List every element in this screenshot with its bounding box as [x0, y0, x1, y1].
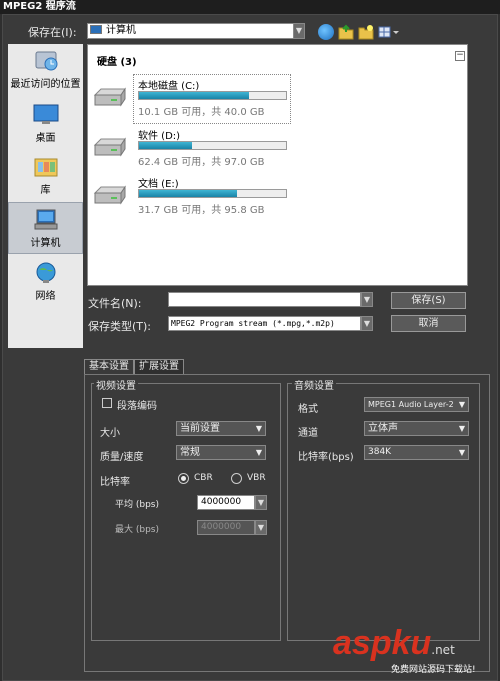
vbr-label: VBR: [247, 473, 266, 483]
quality-value: 常规: [180, 447, 200, 458]
drive-usage-bar: [138, 189, 287, 198]
audio-bitrate-dropdown[interactable]: 384K ▼: [364, 445, 469, 460]
audio-bitrate-value: 384K: [368, 447, 392, 457]
format-label: 格式: [298, 404, 318, 415]
save-in-label: 保存在(I):: [28, 26, 77, 39]
place-computer[interactable]: 计算机: [8, 202, 83, 254]
drive-usage-bar: [138, 91, 287, 100]
audio-bitrate-label: 比特率(bps): [298, 452, 354, 463]
file-name-label: 文件名(N):: [88, 297, 142, 310]
bitrate-label: 比特率: [100, 477, 130, 488]
place-label: 桌面: [35, 133, 56, 144]
format-value: MPEG1 Audio Layer-2: [368, 400, 454, 409]
quality-dropdown[interactable]: 常规 ▼: [176, 445, 266, 460]
place-desktop[interactable]: 桌面: [8, 98, 83, 150]
quality-label: 质量/速度: [100, 452, 144, 463]
new-folder-icon[interactable]: [358, 24, 374, 40]
watermark-brand: aspku: [333, 624, 432, 662]
window-title: MPEG2 程序流: [0, 0, 500, 14]
drive-name: 软件 (D:): [138, 131, 181, 142]
file-name-dropdown-button[interactable]: ▼: [361, 292, 373, 307]
drive-name: 本地磁盘 (C:): [138, 81, 200, 92]
drive-size-text: 10.1 GB 可用，共 40.0 GB: [138, 107, 265, 118]
size-label: 大小: [100, 428, 120, 439]
watermark-suffix: .net: [431, 643, 455, 657]
place-network[interactable]: 网络: [8, 256, 83, 308]
drive-usage-fill: [139, 92, 250, 99]
cbr-radio[interactable]: [178, 473, 189, 484]
save-type-dropdown-button[interactable]: ▼: [361, 316, 373, 331]
paragraph-encoding-checkbox[interactable]: [102, 398, 112, 408]
collapse-group-button[interactable]: −: [455, 51, 465, 61]
chevron-down-icon: ▼: [458, 448, 465, 457]
video-settings-title: 视频设置: [94, 377, 138, 392]
hard-disk-group-title: 硬盘 (3): [97, 57, 137, 68]
save-in-combo[interactable]: 计算机: [87, 23, 305, 39]
library-icon: [33, 156, 59, 178]
place-recent[interactable]: 最近访问的位置: [8, 44, 83, 96]
chevron-down-icon: ▼: [255, 424, 262, 433]
network-icon: [33, 262, 59, 284]
places-bar: 最近访问的位置 桌面 库 计算机 网络: [8, 44, 83, 348]
computer-small-icon: [90, 25, 102, 34]
chevron-down-icon: ▼: [458, 400, 465, 409]
drive-usage-bar: [138, 141, 287, 150]
avg-bitrate-input[interactable]: 4000000: [197, 495, 255, 510]
vbr-radio[interactable]: [231, 473, 242, 484]
place-label: 最近访问的位置: [10, 79, 81, 90]
tab-basic-settings[interactable]: 基本设置: [84, 359, 134, 374]
save-type-select[interactable]: MPEG2 Program stream (*.mpg,*.m2p): [168, 316, 361, 331]
avg-bitrate-dropdown-button[interactable]: ▼: [255, 495, 267, 510]
drive-item[interactable]: 本地磁盘 (C:) 10.1 GB 可用，共 40.0 GB: [93, 74, 291, 124]
drive-size-text: 31.7 GB 可用，共 95.8 GB: [138, 205, 265, 216]
desktop-icon: [33, 104, 59, 126]
save-in-dropdown-button[interactable]: ▼: [293, 23, 305, 39]
save-in-value: 计算机: [106, 25, 136, 36]
drive-usage-fill: [139, 190, 238, 197]
drive-item[interactable]: 文档 (E:) 31.7 GB 可用，共 95.8 GB: [88, 173, 388, 221]
hard-drive-icon: [93, 87, 127, 107]
place-label: 计算机: [30, 238, 61, 249]
watermark-logo: aspku.net: [333, 624, 455, 663]
hard-drive-icon: [93, 185, 127, 205]
drive-size-text: 62.4 GB 可用，共 97.0 GB: [138, 157, 265, 168]
up-folder-icon[interactable]: [338, 24, 354, 40]
recent-places-icon: [33, 50, 59, 72]
format-dropdown[interactable]: MPEG1 Audio Layer-2 ▼: [364, 397, 469, 412]
size-value: 当前设置: [180, 423, 220, 434]
file-list: 硬盘 (3) − 本地磁盘 (C:) 10.1 GB 可用，共 40.0 GB 软件…: [87, 44, 468, 286]
place-library[interactable]: 库: [8, 150, 83, 202]
avg-bitrate-label: 平均 (bps): [115, 500, 159, 510]
chevron-down-icon: ▼: [255, 448, 262, 457]
channel-label: 通道: [298, 428, 318, 439]
audio-settings-title: 音频设置: [292, 377, 336, 392]
cancel-button[interactable]: 取消: [391, 315, 466, 332]
save-type-label: 保存类型(T):: [88, 320, 152, 333]
paragraph-encoding-label: 段落编码: [117, 401, 157, 412]
save-button[interactable]: 保存(S): [391, 292, 466, 309]
file-name-input[interactable]: [168, 292, 361, 307]
max-bitrate-dropdown-button: ▼: [255, 520, 267, 535]
max-bitrate-label: 最大 (bps): [115, 525, 159, 535]
size-dropdown[interactable]: 当前设置 ▼: [176, 421, 266, 436]
computer-icon: [33, 209, 59, 231]
drive-name: 文档 (E:): [138, 179, 179, 190]
place-label: 网络: [35, 291, 56, 302]
channel-dropdown[interactable]: 立体声 ▼: [364, 421, 469, 436]
watermark-tagline: 免费网站源码下载站!: [391, 665, 476, 675]
max-bitrate-input: 4000000: [197, 520, 255, 535]
drive-item[interactable]: 软件 (D:) 62.4 GB 可用，共 97.0 GB: [88, 125, 388, 173]
view-menu-icon[interactable]: [378, 24, 400, 40]
place-label: 库: [40, 185, 51, 196]
back-icon[interactable]: [318, 24, 334, 40]
drive-usage-fill: [139, 142, 192, 149]
cbr-label: CBR: [194, 473, 213, 483]
channel-value: 立体声: [368, 423, 398, 434]
chevron-down-icon: ▼: [458, 424, 465, 433]
tab-extended-settings[interactable]: 扩展设置: [134, 359, 184, 374]
hard-drive-icon: [93, 137, 127, 157]
